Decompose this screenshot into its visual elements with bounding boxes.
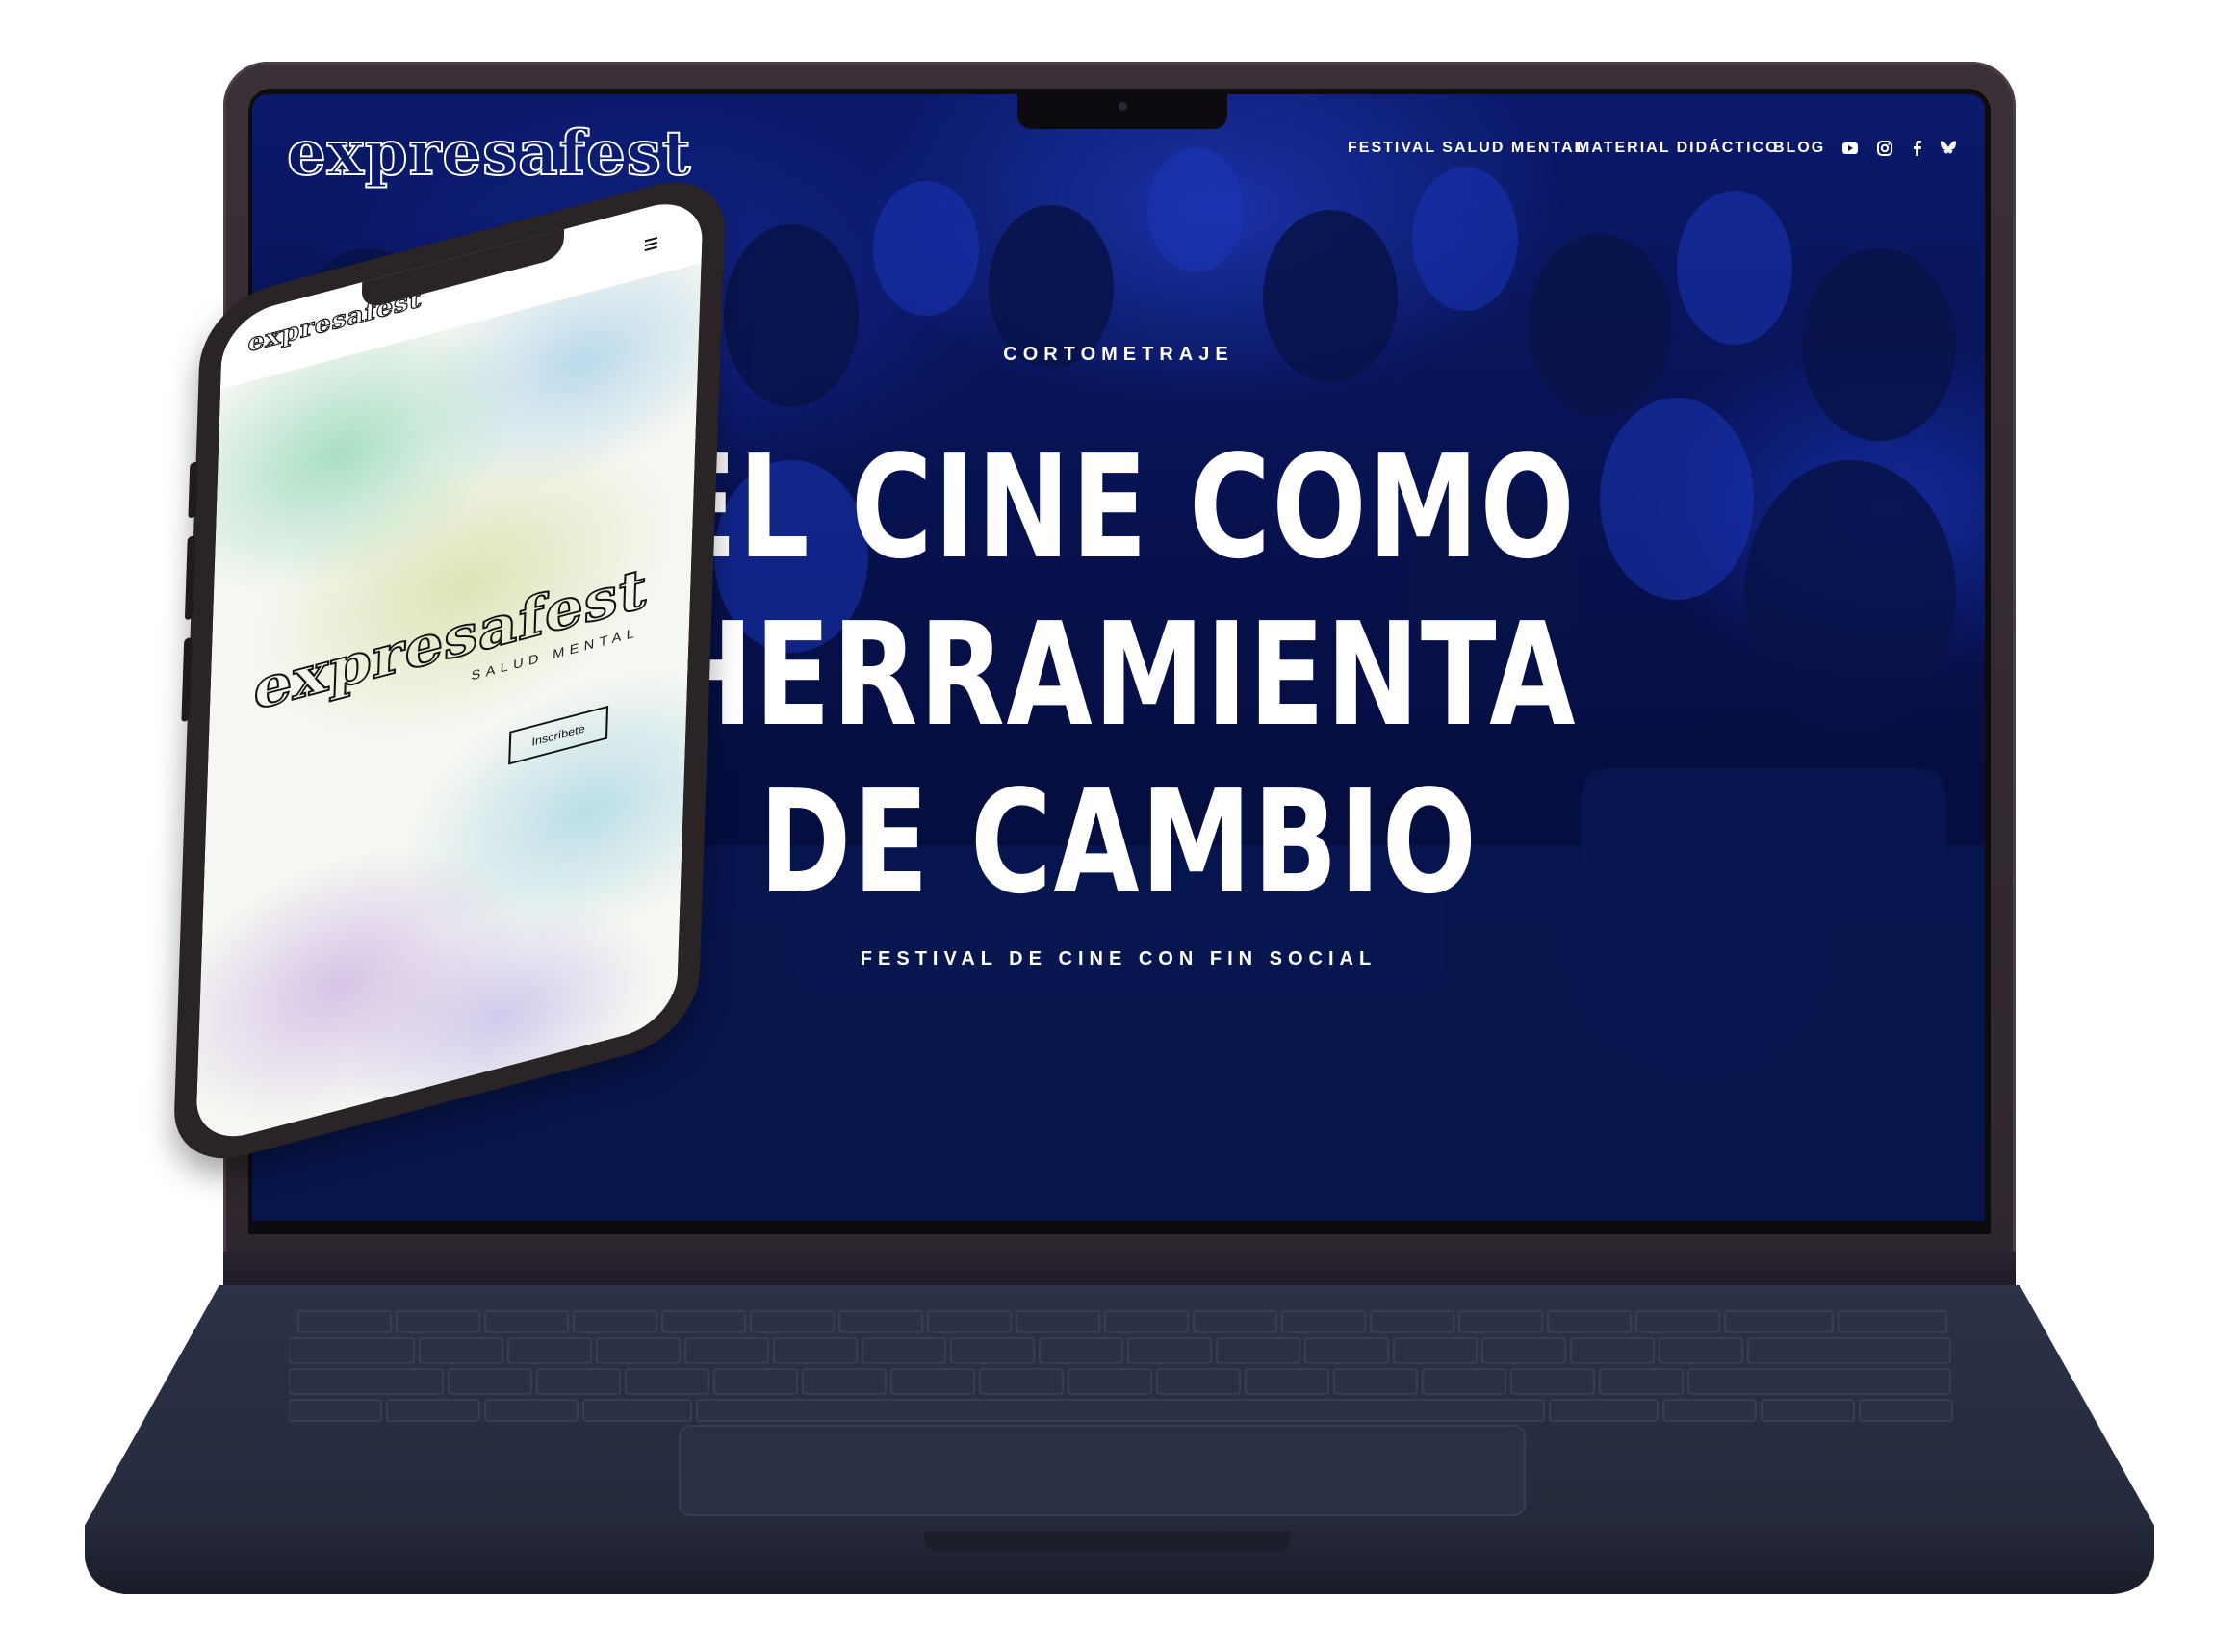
- signup-button[interactable]: Inscríbete: [508, 705, 609, 765]
- instagram-icon[interactable]: [1876, 140, 1893, 157]
- camera-icon: [1119, 102, 1127, 111]
- laptop-hinge: [223, 1252, 2016, 1290]
- lid-opening-notch: [924, 1531, 1290, 1552]
- phone-mockup: expresafest ☰ expresafest SALUD MENTAL I…: [172, 166, 727, 1174]
- nav-link-festival[interactable]: FESTIVAL SALUD MENTAL: [1348, 140, 1585, 157]
- menu-icon[interactable]: ☰: [643, 234, 658, 256]
- trackpad[interactable]: [679, 1425, 1526, 1516]
- phone-screen: expresafest ☰ expresafest SALUD MENTAL I…: [194, 193, 704, 1149]
- camera-notch: [1017, 94, 1227, 129]
- bluesky-icon[interactable]: [1940, 140, 1957, 157]
- nav-link-blog[interactable]: BLOG: [1773, 140, 1825, 157]
- nav-link-material[interactable]: MATERIAL DIDÁCTICO: [1577, 140, 1780, 157]
- keyboard: [289, 1310, 1953, 1422]
- facebook-icon[interactable]: [1909, 140, 1926, 157]
- youtube-icon[interactable]: [1841, 140, 1859, 157]
